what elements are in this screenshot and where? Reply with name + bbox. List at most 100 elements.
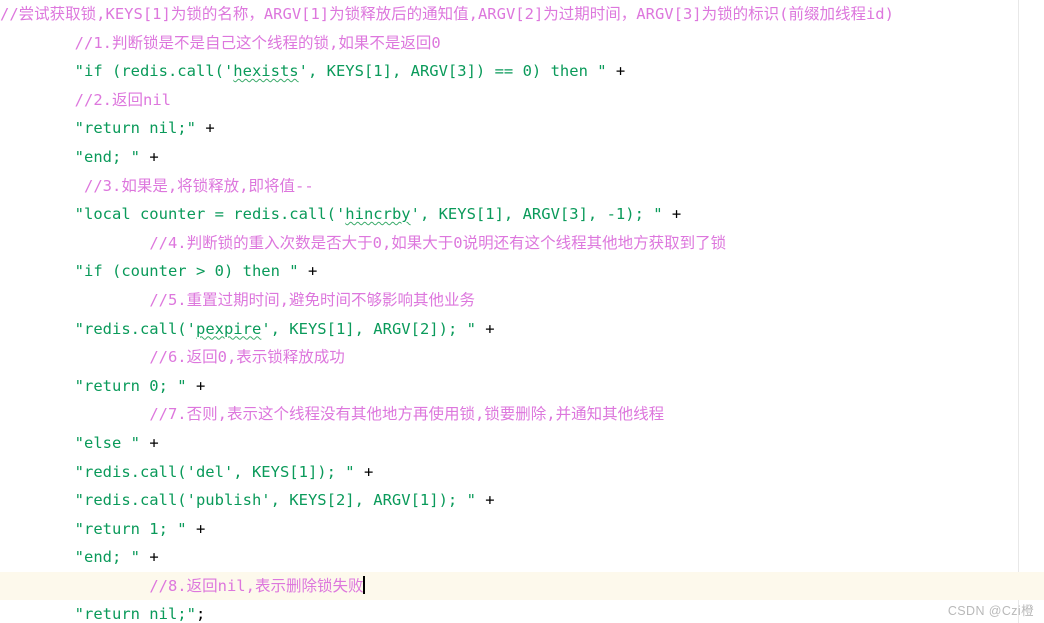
code-line-list[interactable]: //尝试获取锁,KEYS[1]为锁的名称，ARGV[1]为锁释放后的通知值,AR… bbox=[0, 0, 1044, 623]
string-token: "if (redis.call(' bbox=[74, 62, 234, 81]
comment-token: //4.判断锁的重入次数是否大于0,如果大于0说明还有这个线程其他地方获取到了锁 bbox=[149, 233, 727, 252]
text-cursor-caret bbox=[363, 575, 366, 594]
code-line[interactable]: "redis.call('pexpire', KEYS[1], ARGV[2])… bbox=[0, 315, 1044, 344]
code-line-content: "if (counter > 0) then " + bbox=[0, 257, 318, 286]
code-line-content: //3.如果是,将锁释放,即将值-- bbox=[0, 172, 314, 201]
spellcheck-typo-token: pexpire bbox=[195, 319, 262, 338]
comment-token: //8.返回nil,表示删除锁失败 bbox=[149, 576, 364, 595]
code-line-content: "if (redis.call('hexists', KEYS[1], ARGV… bbox=[0, 57, 626, 86]
operator-token: + bbox=[139, 548, 159, 567]
csdn-watermark: CSDN @Czi橙 bbox=[947, 604, 1034, 618]
code-line[interactable]: //5.重置过期时间,避免时间不够影响其他业务 bbox=[0, 286, 1044, 315]
comment-token: //5.重置过期时间,避免时间不够影响其他业务 bbox=[149, 290, 475, 309]
code-line[interactable]: //8.返回nil,表示删除锁失败 bbox=[0, 571, 1044, 601]
operator-token: + bbox=[662, 205, 682, 224]
comment-token: //3.如果是,将锁释放,即将值-- bbox=[84, 176, 314, 195]
string-token: "return 0; " bbox=[74, 376, 187, 395]
operator-token: + bbox=[475, 319, 495, 338]
code-line-content: //4.判断锁的重入次数是否大于0,如果大于0说明还有这个线程其他地方获取到了锁 bbox=[0, 229, 726, 258]
code-line[interactable]: "if (counter > 0) then " + bbox=[0, 257, 1044, 286]
code-line-content: "end; " + bbox=[0, 143, 159, 172]
code-line[interactable]: //尝试获取锁,KEYS[1]为锁的名称，ARGV[1]为锁释放后的通知值,AR… bbox=[0, 0, 1044, 29]
code-line[interactable]: "return 0; " + bbox=[0, 372, 1044, 401]
code-line[interactable]: "end; " + bbox=[0, 543, 1044, 572]
code-line[interactable]: //3.如果是,将锁释放,即将值-- bbox=[0, 172, 1044, 201]
string-token: ', KEYS[1], ARGV[3]) == 0) then " bbox=[298, 62, 607, 81]
operator-token: + bbox=[139, 147, 159, 166]
code-line-content: "return 0; " + bbox=[0, 372, 206, 401]
code-line[interactable]: "else " + bbox=[0, 429, 1044, 458]
code-line-content: "return 1; " + bbox=[0, 515, 206, 544]
operator-token: + bbox=[186, 376, 206, 395]
string-token: ', KEYS[1], ARGV[3], -1); " bbox=[410, 205, 663, 224]
code-editor-pane[interactable]: //尝试获取锁,KEYS[1]为锁的名称，ARGV[1]为锁释放后的通知值,AR… bbox=[0, 0, 1044, 623]
spellcheck-typo-token: hexists bbox=[233, 62, 299, 81]
string-token: "if (counter > 0) then " bbox=[74, 262, 299, 281]
code-line-content: //2.返回nil bbox=[0, 86, 171, 115]
operator-token: + bbox=[139, 433, 159, 452]
code-line-content: //尝试获取锁,KEYS[1]为锁的名称，ARGV[1]为锁释放后的通知值,AR… bbox=[0, 0, 894, 29]
operator-token: + bbox=[186, 519, 206, 538]
string-token: "redis.call(' bbox=[74, 319, 196, 338]
code-line[interactable]: "local counter = redis.call('hincrby', K… bbox=[0, 200, 1044, 229]
comment-token: //6.返回0,表示锁释放成功 bbox=[149, 348, 345, 367]
code-line-content: "return nil;"; bbox=[0, 600, 206, 623]
operator-token: ; bbox=[195, 605, 206, 623]
string-token: "end; " bbox=[74, 147, 140, 166]
spellcheck-typo-token: hincrby bbox=[345, 205, 411, 224]
code-line-content: //7.否则,表示这个线程没有其他地方再使用锁,锁要删除,并通知其他线程 bbox=[0, 400, 664, 429]
code-line[interactable]: "end; " + bbox=[0, 143, 1044, 172]
code-line-content: "end; " + bbox=[0, 543, 159, 572]
operator-token: + bbox=[475, 491, 495, 510]
string-token: "return nil;" bbox=[74, 119, 196, 138]
string-token: "local counter = redis.call(' bbox=[74, 205, 346, 224]
string-token: "else " bbox=[74, 433, 140, 452]
code-line[interactable]: //2.返回nil bbox=[0, 86, 1044, 115]
code-line-content: //1.判断锁是不是自己这个线程的锁,如果不是返回0 bbox=[0, 29, 441, 58]
comment-token: //7.否则,表示这个线程没有其他地方再使用锁,锁要删除,并通知其他线程 bbox=[149, 405, 665, 424]
string-token: "redis.call('publish', KEYS[2], ARGV[1])… bbox=[74, 491, 476, 510]
code-line[interactable]: "return nil;" + bbox=[0, 114, 1044, 143]
operator-token: + bbox=[298, 262, 318, 281]
code-line[interactable]: "redis.call('publish', KEYS[2], ARGV[1])… bbox=[0, 486, 1044, 515]
code-line[interactable]: //4.判断锁的重入次数是否大于0,如果大于0说明还有这个线程其他地方获取到了锁 bbox=[0, 229, 1044, 258]
code-line-content: "else " + bbox=[0, 429, 159, 458]
code-line-content: "local counter = redis.call('hincrby', K… bbox=[0, 200, 682, 229]
code-line-content: //6.返回0,表示锁释放成功 bbox=[0, 343, 345, 372]
code-line-content: //8.返回nil,表示删除锁失败 bbox=[0, 572, 363, 601]
string-token: ', KEYS[1], ARGV[2]); " bbox=[261, 319, 476, 338]
code-line[interactable]: "if (redis.call('hexists', KEYS[1], ARGV… bbox=[0, 57, 1044, 86]
code-line[interactable]: //6.返回0,表示锁释放成功 bbox=[0, 343, 1044, 372]
code-line[interactable]: "return nil;"; bbox=[0, 600, 1044, 623]
string-token: "return 1; " bbox=[74, 519, 187, 538]
comment-token: //1.判断锁是不是自己这个线程的锁,如果不是返回0 bbox=[74, 33, 441, 52]
code-line[interactable]: "return 1; " + bbox=[0, 515, 1044, 544]
operator-token: + bbox=[606, 62, 626, 81]
code-line[interactable]: //1.判断锁是不是自己这个线程的锁,如果不是返回0 bbox=[0, 29, 1044, 58]
operator-token: + bbox=[354, 462, 374, 481]
comment-token: //2.返回nil bbox=[74, 90, 171, 109]
comment-token: //尝试获取锁,KEYS[1]为锁的名称，ARGV[1]为锁释放后的通知值,AR… bbox=[0, 5, 894, 23]
code-line-content: //5.重置过期时间,避免时间不够影响其他业务 bbox=[0, 286, 475, 315]
code-line[interactable]: //7.否则,表示这个线程没有其他地方再使用锁,锁要删除,并通知其他线程 bbox=[0, 400, 1044, 429]
code-line[interactable]: "redis.call('del', KEYS[1]); " + bbox=[0, 458, 1044, 487]
string-token: "return nil;" bbox=[74, 605, 196, 623]
